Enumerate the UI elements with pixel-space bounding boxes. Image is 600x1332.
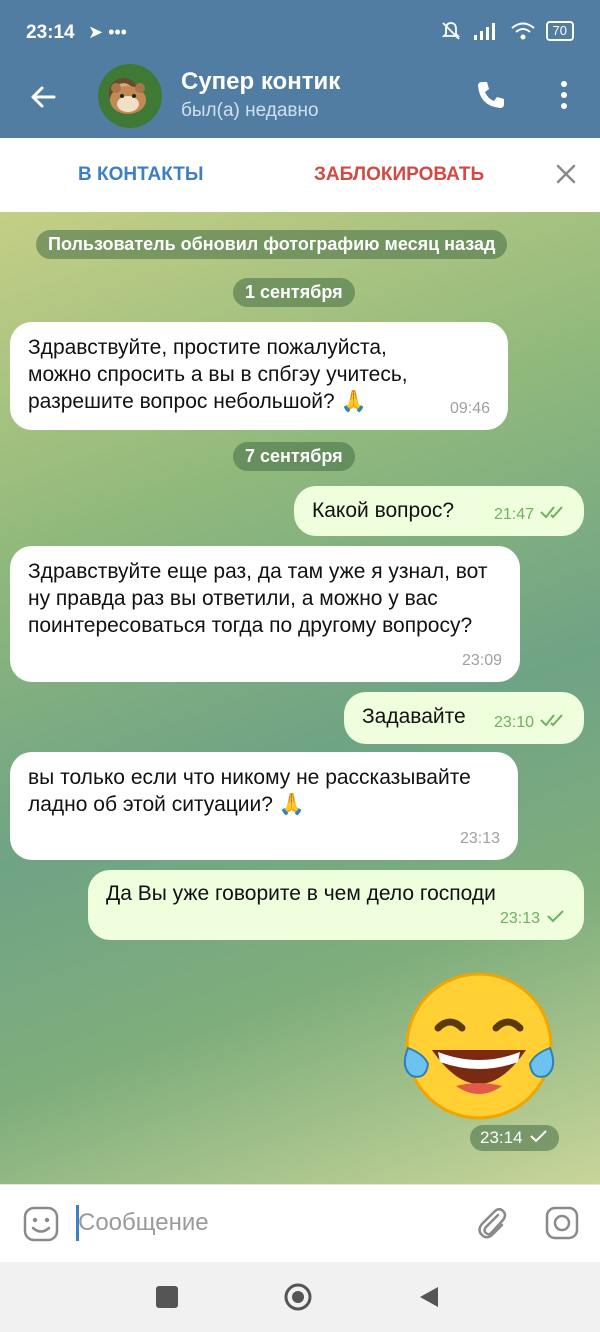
- system-navigation-bar: [0, 1262, 600, 1332]
- date-separator: 1 сентября: [233, 278, 355, 307]
- message-time: 23:09: [461, 652, 502, 669]
- status-right-icons: 70: [440, 20, 574, 42]
- message-text: Да Вы уже говорите в чем дело господи: [106, 882, 496, 905]
- message-text: Какой вопрос?: [312, 499, 455, 522]
- incoming-message[interactable]: Здравствуйте еще раз, да там уже я узнал…: [10, 546, 520, 682]
- signal-icon: [473, 23, 495, 40]
- double-check-icon: [540, 506, 563, 519]
- chat-header: Супер контик был(а) недавно: [0, 64, 600, 138]
- check-icon: [547, 910, 564, 923]
- back-button[interactable]: [416, 1284, 442, 1310]
- add-contact-button[interactable]: В КОНТАКТЫ: [78, 164, 204, 186]
- date-separator: 7 сентября: [233, 442, 355, 471]
- outgoing-message[interactable]: Да Вы уже говорите в чем дело господи 23…: [88, 870, 584, 940]
- attach-icon[interactable]: [474, 1205, 510, 1241]
- message-text: Задавайте: [362, 705, 466, 728]
- contact-status: был(а) недавно: [181, 100, 319, 121]
- service-message: Пользователь обновил фотографию месяц на…: [36, 230, 508, 259]
- status-bar: 23:14 ➤ ••• 70: [0, 0, 600, 64]
- battery-indicator: 70: [545, 21, 574, 41]
- back-arrow-icon[interactable]: [26, 80, 60, 114]
- message-time: 23:13: [459, 830, 500, 847]
- home-button[interactable]: [283, 1282, 313, 1312]
- message-input-bar: Сообщение: [0, 1184, 600, 1263]
- outgoing-message[interactable]: Какой вопрос? 21:47: [294, 486, 584, 536]
- recents-button[interactable]: [156, 1286, 178, 1308]
- status-notification-icons: ➤ •••: [88, 22, 127, 42]
- contact-name[interactable]: Супер контик: [181, 68, 340, 96]
- camera-icon[interactable]: [544, 1205, 580, 1241]
- outgoing-message[interactable]: Задавайте 23:10: [344, 692, 584, 744]
- emoji-icon[interactable]: [22, 1205, 60, 1243]
- double-check-icon: [540, 714, 563, 727]
- hamster-photo: [110, 83, 146, 114]
- incoming-message[interactable]: Здравствуйте, простите пожалуйста, можно…: [10, 322, 508, 430]
- wifi-icon: [510, 22, 535, 40]
- more-vertical-icon[interactable]: [554, 78, 574, 112]
- close-icon[interactable]: [552, 160, 580, 188]
- message-time: 21:47: [494, 501, 566, 528]
- message-time: 23:10: [494, 709, 566, 736]
- message-input[interactable]: Сообщение: [78, 1209, 209, 1237]
- avatar[interactable]: [98, 64, 162, 128]
- message-text: вы только если что никому не рассказывай…: [28, 766, 471, 816]
- block-user-button[interactable]: ЗАБЛОКИРОВАТЬ: [314, 164, 484, 186]
- chat-area[interactable]: Пользователь обновил фотографию месяц на…: [0, 212, 600, 1184]
- message-text: Здравствуйте еще раз, да там уже я узнал…: [28, 560, 488, 637]
- incoming-message[interactable]: вы только если что никому не рассказывай…: [10, 752, 518, 860]
- sticker-time: 23:14: [470, 1125, 559, 1151]
- new-contact-action-bar: В КОНТАКТЫ ЗАБЛОКИРОВАТЬ: [0, 138, 600, 213]
- phone-icon[interactable]: [474, 78, 508, 112]
- message-time: 09:46: [449, 400, 490, 417]
- laughing-emoji-sticker[interactable]: [398, 968, 560, 1130]
- message-text: Здравствуйте, простите пожалуйста, можно…: [28, 336, 408, 413]
- message-time: 23:13: [500, 905, 566, 932]
- status-time: 23:14: [26, 22, 75, 43]
- check-icon: [529, 1130, 547, 1143]
- mute-bell-icon: [441, 22, 460, 40]
